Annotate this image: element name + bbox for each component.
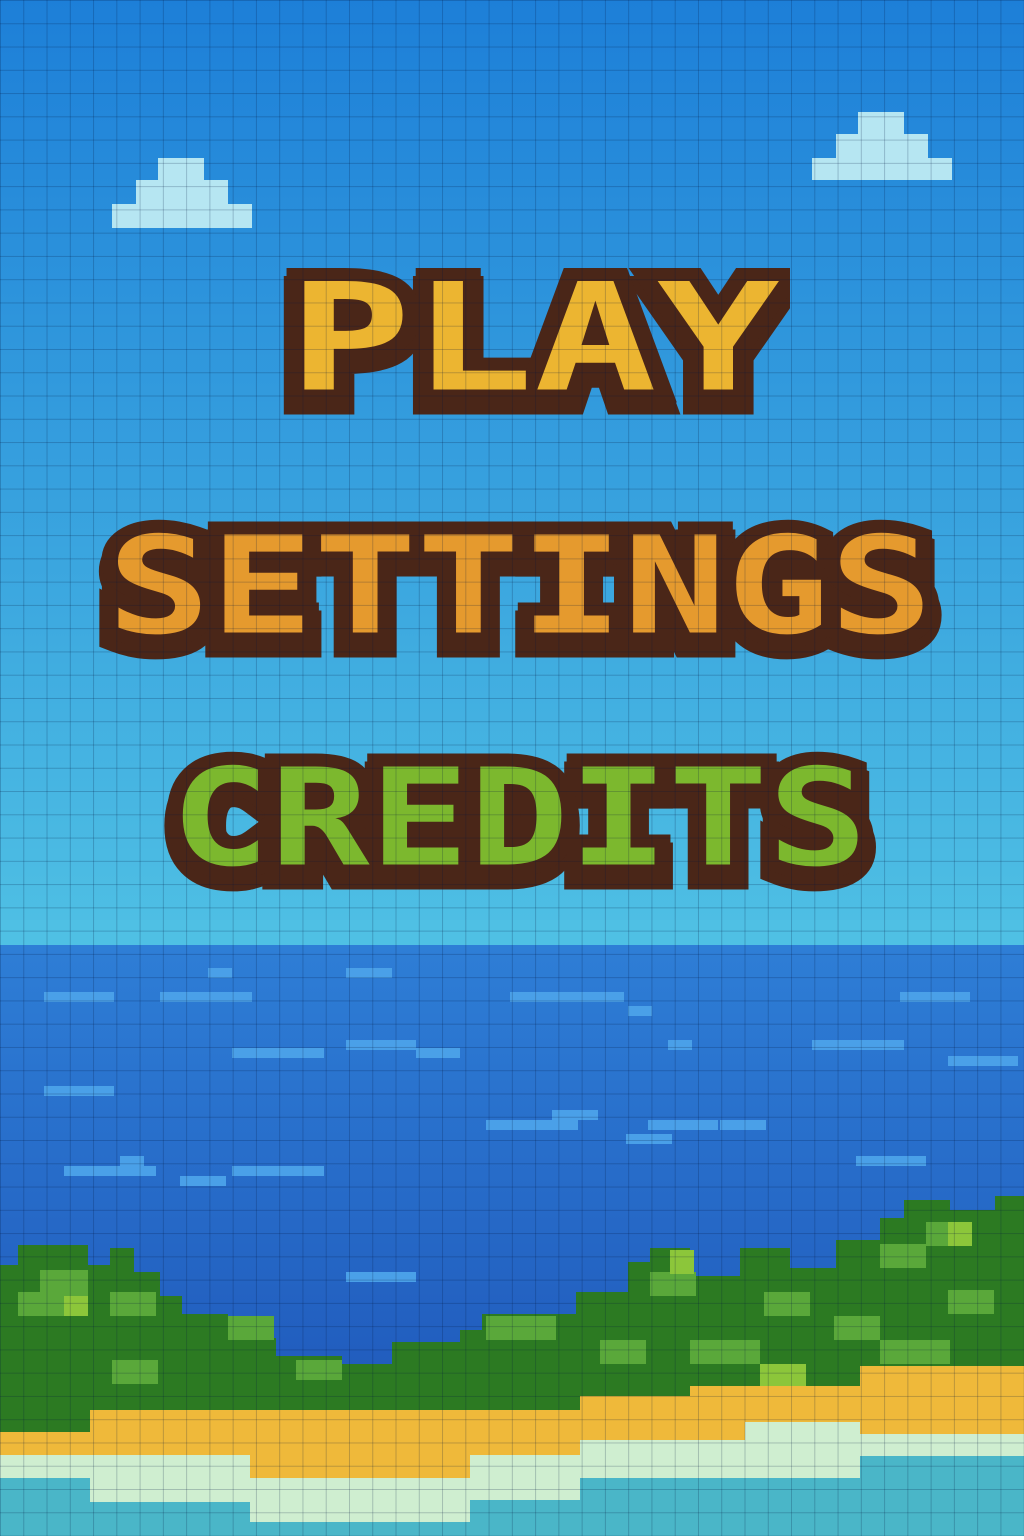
credits-label-art: CREDITSCREDITSCREDITS	[156, 734, 882, 902]
settings-button[interactable]: SETTINGS SETTINGS SETTINGS	[90, 502, 950, 670]
credits-button[interactable]: CREDITS CREDITS CREDITS	[156, 734, 882, 902]
credits-label: CREDITS	[171, 740, 868, 897]
horizon-haze	[0, 920, 1024, 945]
settings-label: SETTINGS	[107, 508, 933, 665]
play-label: PLAY	[288, 253, 780, 426]
game-background: PLAY PLAY PLAY SETTINGS SETTINGS SETTINGS CR…	[0, 0, 1024, 1540]
play-label-art: PLAYPLAYPLAY	[278, 246, 790, 432]
settings-label-art: SETTINGSSETTINGSSETTINGS	[92, 502, 948, 670]
play-button[interactable]: PLAY PLAY PLAY	[278, 246, 790, 432]
